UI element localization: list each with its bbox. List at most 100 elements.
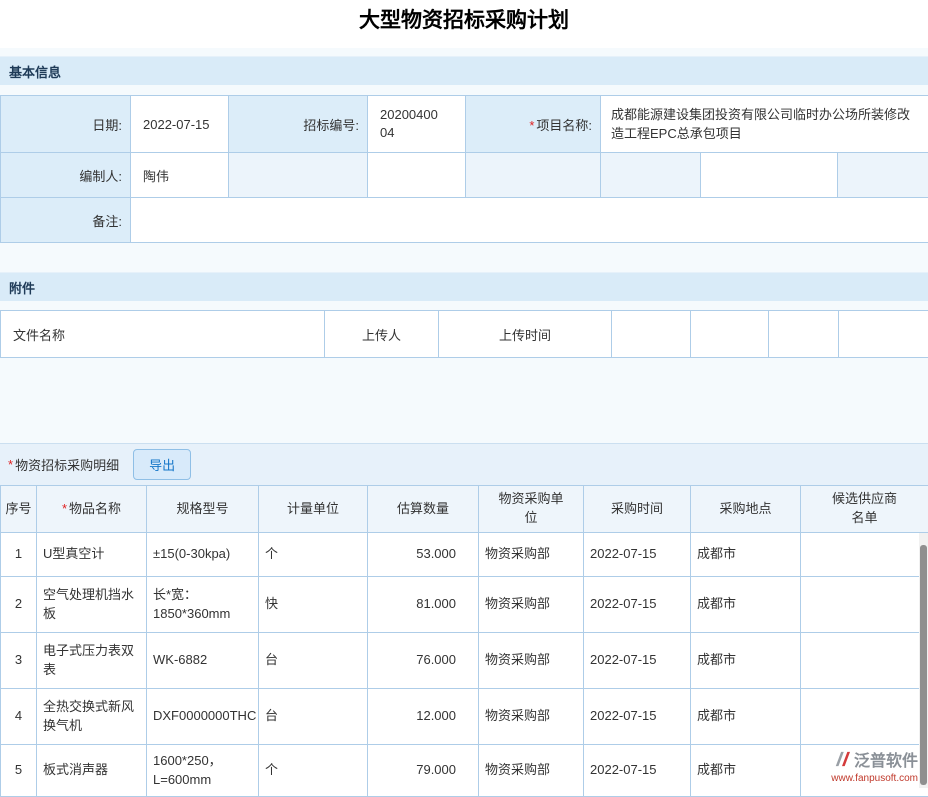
cell-place: 成都市 [691,533,801,577]
remark-value [131,198,928,243]
cell-name: 电子式压力表双表 [37,633,147,689]
project-name-value: 成都能源建设集团投资有限公司临时办公场所装修改造工程EPC总承包项目 [601,96,928,153]
attachments-table: 文件名称 上传人 上传时间 [0,310,928,358]
col-spec: 规格型号 [147,486,259,533]
empty-cell [838,153,928,198]
watermark-brand: 泛普软件 [854,753,918,771]
basic-info-title: 基本信息 [9,62,61,81]
cell-place: 成都市 [691,633,801,689]
cell-index: 2 [1,577,37,633]
col-time: 采购时间 [584,486,691,533]
cell-place: 成都市 [691,577,801,633]
empty-cell [691,311,769,358]
attachments-header-row: 文件名称 上传人 上传时间 [1,311,928,358]
cell-name: 空气处理机挡水板 [37,577,147,633]
cell-place: 成都市 [691,689,801,745]
cell-spec: ±15(0-30kpa) [147,533,259,577]
cell-supplier [801,533,928,577]
date-value: 2022-07-15 [131,96,229,153]
details-title: 物资招标采购明细 [15,455,119,474]
form-row-3: 备注: [1,198,928,243]
scrollbar-thumb[interactable] [920,545,927,785]
form-row-1: 日期: 2022-07-15 招标编号: 2020040004 *项目名称: 成… [1,96,928,153]
cell-dept: 物资采购部 [479,633,584,689]
cell-unit: 个 [259,745,368,797]
empty-cell [839,311,928,358]
cell-dept: 物资采购部 [479,577,584,633]
cell-spec: 1600*250，L=600mm [147,745,259,797]
watermark-url: www.fanpusoft.com [831,773,918,785]
cell-dept: 物资采购部 [479,533,584,577]
detail-row: 1 U型真空计 ±15(0-30kpa) 个 53.000 物资采购部 2022… [1,533,928,577]
empty-cell [769,311,839,358]
cell-index: 3 [1,633,37,689]
bid-no-label: 招标编号: [229,96,368,153]
col-qty: 估算数量 [368,486,479,533]
detail-row: 2 空气处理机挡水板 长*宽：1850*360mm 快 81.000 物资采购部… [1,577,928,633]
cell-unit: 快 [259,577,368,633]
export-button[interactable]: 导出 [133,449,191,480]
empty-cell [612,311,691,358]
cell-qty: 81.000 [368,577,479,633]
date-label: 日期: [1,96,131,153]
page-title: 大型物资招标采购计划 [0,4,928,34]
details-header-row: 序号 *物品名称 规格型号 计量单位 估算数量 物资采购单 位 采购时间 采购地… [1,486,928,533]
cell-qty: 12.000 [368,689,479,745]
cell-index: 4 [1,689,37,745]
cell-time: 2022-07-15 [584,577,691,633]
cell-index: 5 [1,745,37,797]
cell-time: 2022-07-15 [584,633,691,689]
cell-time: 2022-07-15 [584,689,691,745]
fanpu-logo-icon [833,751,851,772]
cell-qty: 53.000 [368,533,479,577]
col-dept: 物资采购单 位 [479,486,584,533]
required-mark: * [8,457,13,472]
cell-index: 1 [1,533,37,577]
details-table: 序号 *物品名称 规格型号 计量单位 估算数量 物资采购单 位 采购时间 采购地… [0,485,928,797]
table-scrollbar[interactable] [919,533,928,788]
cell-spec: WK-6882 [147,633,259,689]
detail-row: 3 电子式压力表双表 WK-6882 台 76.000 物资采购部 2022-0… [1,633,928,689]
cell-qty: 76.000 [368,633,479,689]
cell-unit: 台 [259,689,368,745]
cell-supplier [801,577,928,633]
cell-qty: 79.000 [368,745,479,797]
section-header-attachments: 附件 [0,272,928,301]
author-label: 编制人: [1,153,131,198]
attachments-title: 附件 [9,278,35,297]
empty-cell [601,153,701,198]
cell-name: U型真空计 [37,533,147,577]
cell-dept: 物资采购部 [479,745,584,797]
empty-cell [701,153,838,198]
cell-spec: DXF0000000THC [147,689,259,745]
watermark: 泛普软件 www.fanpusoft.com [831,751,918,784]
required-mark: * [62,501,67,516]
required-mark: * [529,118,534,133]
cell-supplier [801,633,928,689]
detail-row: 5 板式消声器 1600*250，L=600mm 个 79.000 物资采购部 … [1,745,928,797]
cell-spec: 长*宽：1850*360mm [147,577,259,633]
cell-place: 成都市 [691,745,801,797]
col-file-name: 文件名称 [1,311,325,358]
cell-supplier [801,689,928,745]
cell-name: 板式消声器 [37,745,147,797]
form-row-2: 编制人: 陶伟 [1,153,928,198]
project-name-label: *项目名称: [466,96,601,153]
section-header-details: * 物资招标采购明细 导出 [0,443,928,485]
col-unit: 计量单位 [259,486,368,533]
cell-time: 2022-07-15 [584,745,691,797]
section-header-basic-info: 基本信息 [0,56,928,85]
cell-unit: 个 [259,533,368,577]
col-upload-time: 上传时间 [439,311,612,358]
bid-no-value: 2020040004 [368,96,466,153]
col-supplier: 候选供应商 名单 [801,486,928,533]
cell-time: 2022-07-15 [584,533,691,577]
cell-name: 全热交换式新风换气机 [37,689,147,745]
author-value: 陶伟 [131,153,229,198]
col-place: 采购地点 [691,486,801,533]
empty-cell [466,153,601,198]
col-index: 序号 [1,486,37,533]
col-uploader: 上传人 [325,311,439,358]
empty-cell [229,153,368,198]
empty-cell [368,153,466,198]
